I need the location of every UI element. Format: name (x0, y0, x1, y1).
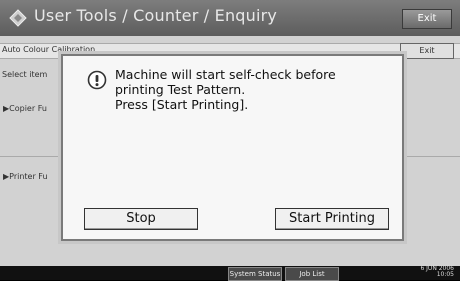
page-title: User Tools / Counter / Enquiry (34, 6, 278, 25)
confirmation-dialog: Machine will start self-check before pri… (61, 54, 404, 241)
select-item-label: Select item (2, 70, 48, 79)
copier-item[interactable]: ▶Copier Fu (3, 104, 47, 113)
exit-button[interactable]: Exit (402, 9, 452, 29)
job-list-button[interactable]: Job List (285, 267, 339, 281)
section-label: Auto Colour Calibration (2, 45, 96, 54)
system-status-button[interactable]: System Status (228, 267, 282, 281)
screen: User Tools / Counter / Enquiry Exit Auto… (0, 0, 460, 281)
diamond-icon (9, 9, 27, 27)
title-bar: User Tools / Counter / Enquiry Exit (0, 0, 460, 36)
message-line-2: printing Test Pattern. (115, 82, 246, 97)
time-label: 10:05 (436, 271, 454, 278)
message-line-1: Machine will start self-check before (115, 67, 336, 82)
info-icon (87, 70, 107, 90)
date-time: 6 JUN 2006 10:05 (420, 266, 454, 278)
start-printing-button[interactable]: Start Printing (275, 208, 389, 230)
section-exit-button[interactable]: Exit (400, 43, 454, 59)
message-line-3: Press [Start Printing]. (115, 97, 249, 112)
printer-item[interactable]: ▶Printer Fu (3, 172, 48, 181)
dialog-message: Machine will start self-check before pri… (115, 67, 336, 112)
status-bar: System Status Job List 6 JUN 2006 10:05 (0, 266, 460, 281)
stop-button[interactable]: Stop (84, 208, 198, 230)
